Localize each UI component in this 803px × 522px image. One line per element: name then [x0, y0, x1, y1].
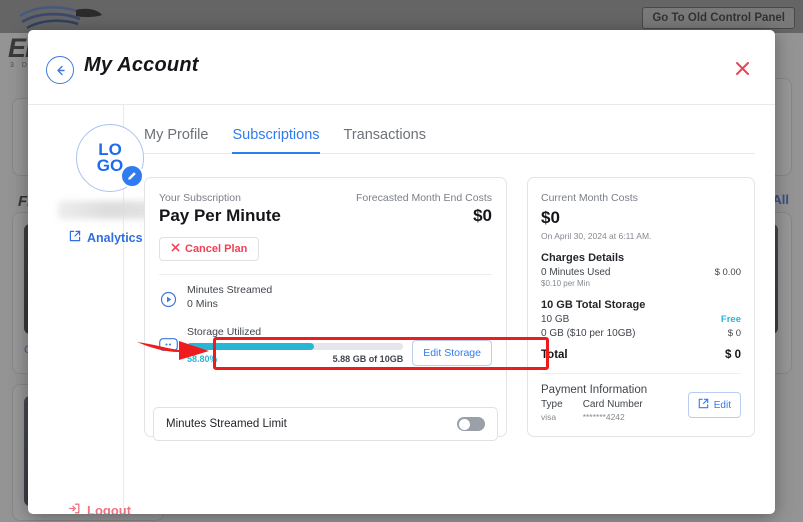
edit-storage-button[interactable]: Edit Storage	[412, 340, 492, 366]
tab-bar: My Profile Subscriptions Transactions	[144, 105, 755, 154]
payment-type-value: visa	[541, 412, 563, 422]
drive-icon	[159, 335, 178, 354]
total-value: $ 0	[725, 349, 741, 361]
your-subscription-card: Your Subscription Pay Per Minute Forecas…	[144, 177, 507, 437]
storage-progress-fill	[187, 343, 314, 350]
back-arrow-icon[interactable]	[46, 56, 74, 84]
avatar-logo-text: LO GO	[97, 142, 123, 173]
charges-line-label: 0 Minutes Used	[541, 267, 610, 278]
external-link-icon	[698, 398, 709, 412]
edit-payment-button[interactable]: Edit	[688, 392, 741, 418]
storage-line: 0 GB ($10 per 10GB) $ 0	[541, 328, 741, 339]
charges-line-left: 0 Minutes Used $0.10 per Min	[541, 267, 610, 288]
close-icon[interactable]	[729, 55, 755, 81]
logout-icon	[68, 502, 81, 514]
storage-progress-bar	[187, 343, 403, 350]
storage-line-label: 0 GB ($10 per 10GB)	[541, 328, 636, 339]
storage-bar-legend: 58.80% 5.88 GB of 10GB	[187, 354, 403, 364]
cancel-plan-button[interactable]: Cancel Plan	[159, 237, 259, 261]
minutes-streamed-value: 0 Mins	[187, 298, 492, 310]
tab-transactions[interactable]: Transactions	[344, 127, 426, 154]
minutes-streamed-title: Minutes Streamed	[187, 284, 492, 296]
charges-details-heading: Charges Details	[541, 252, 741, 264]
tab-subscriptions[interactable]: Subscriptions	[232, 127, 319, 154]
modal-header: My Account	[28, 30, 775, 105]
logout-button[interactable]: Logout	[68, 502, 131, 514]
minutes-streamed-limit-row[interactable]: Minutes Streamed Limit	[153, 407, 498, 441]
total-label: Total	[541, 349, 568, 361]
charges-line-value: $ 0.00	[715, 267, 741, 278]
current-costs-amount: $0	[541, 208, 741, 228]
payment-card-key: Card Number	[583, 399, 643, 410]
page-title: My Account	[84, 54, 199, 77]
your-subscription-label: Your Subscription	[159, 192, 281, 204]
subscription-header-right: Forecasted Month End Costs $0	[356, 192, 492, 226]
tab-my-profile[interactable]: My Profile	[144, 127, 208, 154]
modal-body: LO GO A	[28, 105, 775, 514]
edit-payment-label: Edit	[714, 400, 731, 411]
storage-utilized-metric: Storage Utilized 58.80% 5.88 GB of 10GB …	[159, 321, 492, 366]
clock-icon	[159, 290, 178, 309]
current-costs-timestamp: On April 30, 2024 at 6:11 AM.	[541, 231, 741, 241]
storage-line-value: $ 0	[728, 328, 741, 339]
avatar-logo-line-2: GO	[97, 158, 123, 174]
current-month-costs-card: Current Month Costs $0 On April 30, 2024…	[527, 177, 755, 437]
card-divider	[159, 274, 492, 275]
charges-line: 0 Minutes Used $0.10 per Min $ 0.00	[541, 267, 741, 288]
x-icon	[171, 243, 180, 255]
my-account-modal: My Account LO GO	[28, 30, 775, 514]
total-row: Total $ 0	[541, 349, 741, 361]
cancel-plan-label: Cancel Plan	[185, 243, 247, 255]
forecast-label: Forecasted Month End Costs	[356, 192, 492, 204]
storage-bar-wrapper: Storage Utilized 58.80% 5.88 GB of 10GB	[187, 326, 403, 364]
external-link-icon	[69, 230, 81, 245]
forecast-amount: $0	[356, 206, 492, 226]
toggle-knob	[459, 419, 470, 430]
subscriptions-panel: Your Subscription Pay Per Minute Forecas…	[144, 154, 755, 437]
payment-type-col: Type visa	[541, 399, 563, 422]
payment-card-value: *******4242	[583, 412, 643, 422]
storage-line-label: 10 GB	[541, 314, 569, 325]
subscription-header-row: Your Subscription Pay Per Minute Forecas…	[159, 192, 492, 226]
subscription-header-left: Your Subscription Pay Per Minute	[159, 192, 281, 226]
plan-name: Pay Per Minute	[159, 206, 281, 226]
minutes-streamed-limit-label: Minutes Streamed Limit	[166, 418, 287, 430]
storage-utilized-title: Storage Utilized	[187, 326, 403, 338]
current-costs-title: Current Month Costs	[541, 192, 741, 204]
payment-type-key: Type	[541, 399, 563, 410]
payment-card-col: Card Number *******4242	[583, 399, 643, 422]
storage-line: 10 GB Free	[541, 314, 741, 325]
account-sidebar: LO GO A	[28, 105, 124, 514]
account-content: My Profile Subscriptions Transactions Yo…	[124, 105, 775, 514]
costs-divider	[541, 373, 741, 374]
storage-percent-label: 58.80%	[187, 354, 218, 364]
charges-line-sub: $0.10 per Min	[541, 279, 610, 288]
minutes-streamed-limit-toggle[interactable]	[457, 417, 485, 431]
minutes-streamed-metric: Minutes Streamed 0 Mins	[159, 284, 492, 310]
storage-line-value: Free	[721, 314, 741, 325]
total-storage-heading: 10 GB Total Storage	[541, 299, 741, 311]
minutes-streamed-body: Minutes Streamed 0 Mins	[187, 284, 492, 310]
storage-amount-label: 5.88 GB of 10GB	[333, 354, 404, 364]
